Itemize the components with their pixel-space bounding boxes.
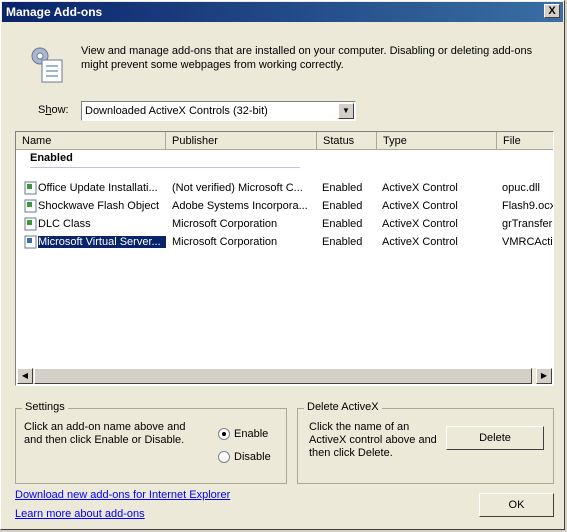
ok-button[interactable]: OK	[479, 493, 554, 517]
row-type: ActiveX Control	[382, 200, 458, 212]
title-bar: Manage Add-ons X	[2, 2, 563, 22]
row-publisher: Adobe Systems Incorpora...	[172, 200, 308, 212]
intro-text: View and manage add-ons that are install…	[81, 45, 533, 71]
row-name: Office Update Installati...	[38, 182, 158, 194]
scroll-thumb[interactable]	[34, 368, 532, 384]
delete-activex-title: Delete ActiveX	[304, 401, 382, 413]
row-publisher: Microsoft Corporation	[172, 218, 278, 230]
show-dropdown[interactable]: Downloaded ActiveX Controls (32-bit) ▼	[81, 101, 356, 121]
horizontal-scrollbar[interactable]: ◀ ▶	[17, 368, 552, 384]
manage-addons-window: Manage Add-ons X View and manage add-ons…	[0, 0, 565, 530]
row-type: ActiveX Control	[382, 182, 458, 194]
addons-gear-icon	[31, 47, 63, 83]
row-name: DLC Class	[38, 218, 91, 230]
activex-control-icon	[24, 217, 37, 231]
enable-radio[interactable]	[218, 428, 230, 440]
row-status: Enabled	[322, 182, 363, 194]
row-status: Enabled	[322, 218, 363, 230]
table-row[interactable]: Shockwave Flash Object Adobe Systems Inc…	[16, 198, 553, 216]
activex-control-icon	[24, 235, 37, 249]
delete-activex-text: Click the name of an ActiveX control abo…	[309, 421, 437, 459]
column-header-publisher[interactable]: Publisher	[166, 132, 317, 150]
show-label: Show:	[38, 104, 69, 116]
row-publisher: (Not verified) Microsoft C...	[172, 182, 303, 194]
close-button[interactable]: X	[544, 4, 560, 18]
row-status: Enabled	[322, 236, 363, 248]
show-dropdown-value: Downloaded ActiveX Controls (32-bit)	[85, 105, 268, 117]
learn-more-link[interactable]: Learn more about add-ons	[15, 508, 145, 520]
scroll-left-icon[interactable]: ◀	[17, 368, 33, 384]
delete-activex-groupbox: Delete ActiveX Click the name of an Acti…	[297, 401, 554, 484]
activex-control-icon	[24, 181, 37, 195]
row-status: Enabled	[322, 200, 363, 212]
enable-label[interactable]: Enable	[234, 428, 268, 440]
row-type: ActiveX Control	[382, 236, 458, 248]
chevron-down-icon[interactable]: ▼	[338, 103, 354, 119]
settings-groupbox: Settings Click an add-on name above and …	[15, 401, 287, 484]
addons-list[interactable]: Name Publisher Status Type File Enabled …	[15, 131, 554, 386]
table-row-selected[interactable]: Microsoft Virtual Server... Microsoft Co…	[16, 234, 553, 252]
settings-title: Settings	[22, 401, 68, 413]
download-addons-link[interactable]: Download new add-ons for Internet Explor…	[15, 489, 230, 501]
row-name: Microsoft Virtual Server...	[37, 235, 167, 249]
column-header-status[interactable]: Status	[317, 132, 377, 150]
column-header-file[interactable]: File	[497, 132, 553, 150]
row-file: VMRCActiv	[502, 236, 553, 248]
row-file: opuc.dll	[502, 182, 540, 194]
activex-control-icon	[24, 199, 37, 213]
row-name: Shockwave Flash Object	[38, 200, 160, 212]
column-header-type[interactable]: Type	[377, 132, 497, 150]
group-divider	[30, 167, 300, 168]
table-row[interactable]: Office Update Installati... (Not verifie…	[16, 180, 553, 198]
row-publisher: Microsoft Corporation	[172, 236, 278, 248]
disable-label[interactable]: Disable	[234, 451, 271, 463]
row-type: ActiveX Control	[382, 218, 458, 230]
row-file: grTransfer	[502, 218, 553, 230]
settings-text: Click an add-on name above and and then …	[24, 421, 186, 446]
scroll-right-icon[interactable]: ▶	[536, 368, 552, 384]
disable-radio[interactable]	[218, 451, 230, 463]
radio-selected-dot	[222, 432, 226, 436]
group-header-enabled: Enabled	[30, 152, 73, 164]
window-title: Manage Add-ons	[6, 5, 103, 19]
delete-button[interactable]: Delete	[446, 426, 544, 450]
row-file: Flash9.ocx	[502, 200, 553, 212]
column-header-name[interactable]: Name	[16, 132, 166, 150]
table-row[interactable]: DLC Class Microsoft Corporation Enabled …	[16, 216, 553, 234]
